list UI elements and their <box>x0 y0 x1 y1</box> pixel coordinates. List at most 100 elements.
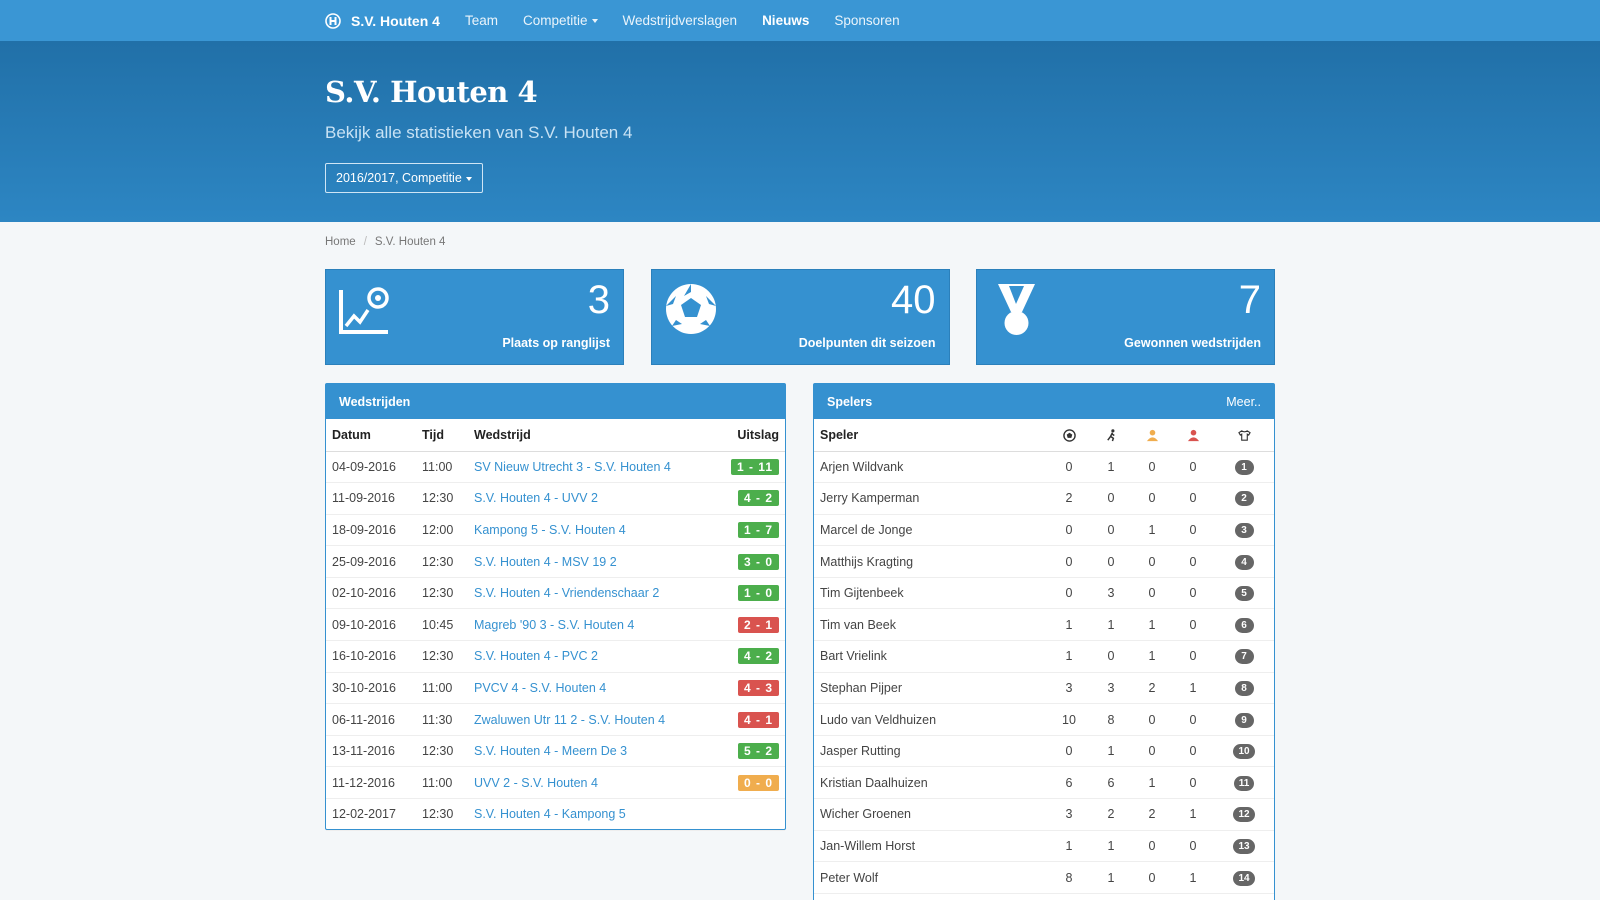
player-red-cards: 0 <box>1172 640 1214 673</box>
player-row[interactable]: Ludo van Veldhuizen 10 8 0 0 9 <box>814 703 1274 736</box>
col-time: Tijd <box>416 419 468 452</box>
match-link[interactable]: PVCV 4 - S.V. Houten 4 <box>468 672 715 705</box>
match-date: 06-11-2016 <box>326 703 416 736</box>
match-date: 11-12-2016 <box>326 766 416 800</box>
nav-item-nieuws[interactable]: Nieuws <box>762 13 809 28</box>
more-link[interactable]: Meer.. <box>1226 395 1261 409</box>
red-card-player-icon <box>1187 429 1199 441</box>
player-assists: 3 <box>1090 577 1132 610</box>
player-name[interactable]: Tim van Beek <box>814 608 1048 642</box>
player-row[interactable]: Matthijs Kragting 0 0 0 0 4 <box>814 545 1274 578</box>
player-row[interactable]: Tim van Beek 1 1 1 0 6 <box>814 608 1274 642</box>
match-link[interactable]: S.V. Houten 4 - MSV 19 2 <box>468 545 715 578</box>
match-result-cell: 4 - 3 <box>714 672 785 705</box>
player-name[interactable]: Matthijs Kragting <box>814 545 1048 578</box>
player-row[interactable]: Stephan Pijper 3 3 2 1 8 <box>814 672 1274 705</box>
player-assists: 3 <box>1090 672 1132 705</box>
match-link[interactable]: S.V. Houten 4 - Kampong 5 <box>468 798 715 831</box>
player-row[interactable]: Arjen Wildvank 0 1 0 0 1 <box>814 451 1274 484</box>
player-name[interactable]: Stephan Pijper <box>814 672 1048 705</box>
match-row: 18-09-2016 12:00 Kampong 5 - S.V. Houten 4… <box>326 514 785 547</box>
player-name[interactable]: Bart Vrielink <box>814 640 1048 673</box>
player-name[interactable]: Wicher Groenen <box>814 798 1048 831</box>
player-goals: 0 <box>1048 545 1090 578</box>
match-link[interactable]: Magreb '90 3 - S.V. Houten 4 <box>468 608 715 642</box>
player-red-cards: 0 <box>1172 451 1214 484</box>
shirt-number-badge: 4 <box>1234 554 1254 570</box>
nav-item-sponsoren[interactable]: Sponsoren <box>834 13 899 28</box>
player-shirt-cell: 1 <box>1214 451 1274 484</box>
player-shirt-cell: 10 <box>1214 735 1274 768</box>
match-link[interactable]: Zwaluwen Utr 11 2 - S.V. Houten 4 <box>468 703 715 736</box>
player-row[interactable]: Peter Wolf 8 1 0 1 14 <box>814 861 1274 894</box>
player-name[interactable]: Tim Gijtenbeek <box>814 577 1048 610</box>
match-link[interactable]: Kampong 5 - S.V. Houten 4 <box>468 514 715 547</box>
match-link[interactable]: S.V. Houten 4 - Meern De 3 <box>468 735 715 768</box>
player-row[interactable]: Bart Vrielink 1 0 1 0 7 <box>814 640 1274 673</box>
player-row[interactable]: Jerry Kamperman 2 0 0 0 2 <box>814 482 1274 515</box>
matches-table: Datum Tijd Wedstrijd Uitslag 04-09-2016 1… <box>326 419 785 831</box>
player-row[interactable]: Tim Gijtenbeek 0 3 0 0 5 <box>814 577 1274 610</box>
match-time: 11:00 <box>416 451 468 484</box>
shirt-number-badge: 10 <box>1233 744 1255 760</box>
season-dropdown[interactable]: 2016/2017, Competitie <box>325 163 483 193</box>
shirt-number-badge: 7 <box>1234 649 1254 665</box>
nav-item-competitie[interactable]: Competitie <box>523 13 598 28</box>
player-name[interactable]: Peter Wolf <box>814 861 1048 894</box>
match-link[interactable]: S.V. Houten 4 - PVC 2 <box>468 640 715 673</box>
players-panel-header: Spelers Meer.. <box>814 384 1274 419</box>
match-result-cell: 2 - 1 <box>714 608 785 642</box>
running-player-icon <box>1106 429 1115 442</box>
player-name[interactable]: Jerry Kamperman <box>814 482 1048 515</box>
col-shirt-number <box>1214 419 1274 452</box>
player-row[interactable]: Jan-Willem Horst 1 1 0 0 13 <box>814 830 1274 863</box>
col-assists <box>1090 419 1132 452</box>
match-link[interactable]: SV Nieuw Utrecht 3 - S.V. Houten 4 <box>468 451 715 484</box>
breadcrumb-home[interactable]: Home <box>325 236 356 248</box>
match-link[interactable]: UVV 2 - S.V. Houten 4 <box>468 766 715 800</box>
player-name[interactable]: Jasper Rutting <box>814 735 1048 768</box>
player-row[interactable]: Kristian Daalhuizen 6 6 1 0 11 <box>814 766 1274 800</box>
player-assists: 1 <box>1090 830 1132 863</box>
match-result-cell: 1 - 7 <box>714 514 785 547</box>
shirt-number-badge: 6 <box>1234 617 1254 633</box>
shirt-number-badge: 14 <box>1233 870 1255 886</box>
player-name[interactable]: Arjen Wildvank <box>814 451 1048 484</box>
shirt-number-badge: 1 <box>1234 459 1254 475</box>
players-header-row: Speler <box>814 419 1274 452</box>
player-yellow-cards: 0 <box>1132 830 1172 863</box>
match-result-cell <box>714 798 785 831</box>
player-name[interactable]: Kristian Daalhuizen <box>814 766 1048 800</box>
player-red-cards: 1 <box>1172 672 1214 705</box>
match-date: 16-10-2016 <box>326 640 416 673</box>
nav-item-wedstrijdverslagen[interactable]: Wedstrijdverslagen <box>623 13 738 28</box>
player-yellow-cards: 1 <box>1132 766 1172 800</box>
brand-link[interactable]: S.V. Houten 4 <box>325 13 440 29</box>
player-assists: 0 <box>1090 640 1132 673</box>
page-title: S.V. Houten 4 <box>325 75 538 109</box>
score-badge: 4 - 3 <box>737 679 779 696</box>
match-result-cell: 4 - 1 <box>714 703 785 736</box>
match-link[interactable]: S.V. Houten 4 - UVV 2 <box>468 482 715 515</box>
nav-item-team[interactable]: Team <box>465 13 498 28</box>
stat-value: 40 <box>891 278 936 322</box>
player-red-cards: 0 <box>1172 577 1214 610</box>
breadcrumb-separator: / <box>363 236 367 248</box>
player-row[interactable]: Jasper Rutting 0 1 0 0 10 <box>814 735 1274 768</box>
match-time: 12:30 <box>416 482 468 515</box>
player-name[interactable]: Ludo van Veldhuizen <box>814 703 1048 736</box>
player-name[interactable]: Marcel de Jonge <box>814 514 1048 547</box>
player-goals: 6 <box>1048 766 1090 800</box>
player-row[interactable]: Marcel de Jonge 0 0 1 0 3 <box>814 514 1274 547</box>
player-shirt-cell: 13 <box>1214 830 1274 863</box>
medal-icon <box>998 284 1035 335</box>
player-name[interactable]: Jan-Willem Horst <box>814 830 1048 863</box>
player-row[interactable]: Wicher Groenen 3 2 2 1 12 <box>814 798 1274 831</box>
score-badge: 4 - 2 <box>737 648 779 665</box>
match-link[interactable]: S.V. Houten 4 - Vriendenschaar 2 <box>468 577 715 610</box>
shirt-number-badge: 13 <box>1233 838 1255 854</box>
score-badge: 1 - 7 <box>737 521 779 538</box>
match-date: 25-09-2016 <box>326 545 416 578</box>
match-date: 04-09-2016 <box>326 451 416 484</box>
match-date: 11-09-2016 <box>326 482 416 515</box>
